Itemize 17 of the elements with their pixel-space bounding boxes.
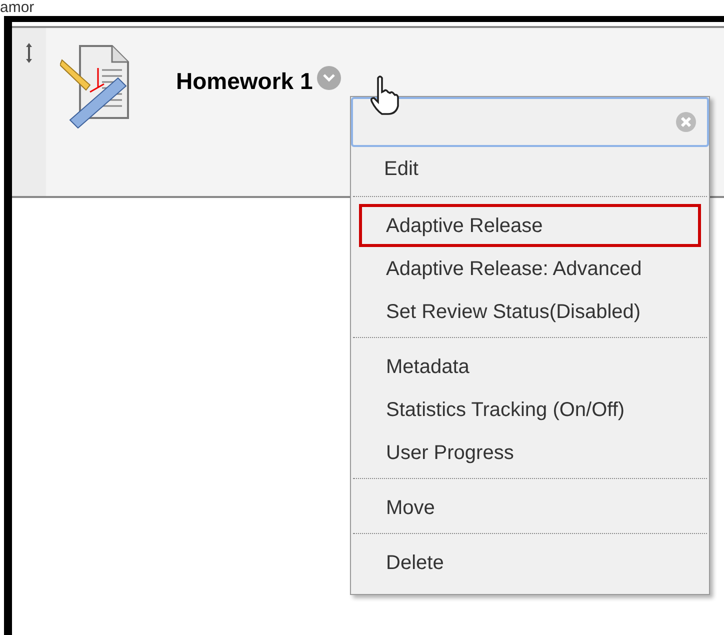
hand-cursor-icon <box>368 74 402 116</box>
menu-item[interactable]: Adaptive Release: Advanced <box>359 247 701 290</box>
search-field[interactable] <box>351 97 709 147</box>
menu-item[interactable]: Statistics Tracking (On/Off) <box>359 388 701 431</box>
menu-item[interactable]: Set Review Status(Disabled) <box>359 290 701 333</box>
menu-item[interactable]: Move <box>359 486 701 529</box>
menu-item[interactable]: Delete <box>359 541 701 584</box>
chevron-down-icon <box>322 74 335 82</box>
item-title[interactable]: Homework 1 <box>176 64 313 98</box>
menu-item[interactable]: Edit <box>357 147 703 190</box>
clear-icon[interactable] <box>675 111 697 133</box>
menu-item[interactable]: Metadata <box>359 345 701 388</box>
menu-item[interactable]: User Progress <box>359 431 701 474</box>
drag-handle-icon[interactable] <box>25 42 33 64</box>
menu-item[interactable]: Adaptive Release <box>359 204 701 247</box>
chevron-button[interactable] <box>316 66 341 90</box>
caption-text: amor <box>0 0 34 16</box>
